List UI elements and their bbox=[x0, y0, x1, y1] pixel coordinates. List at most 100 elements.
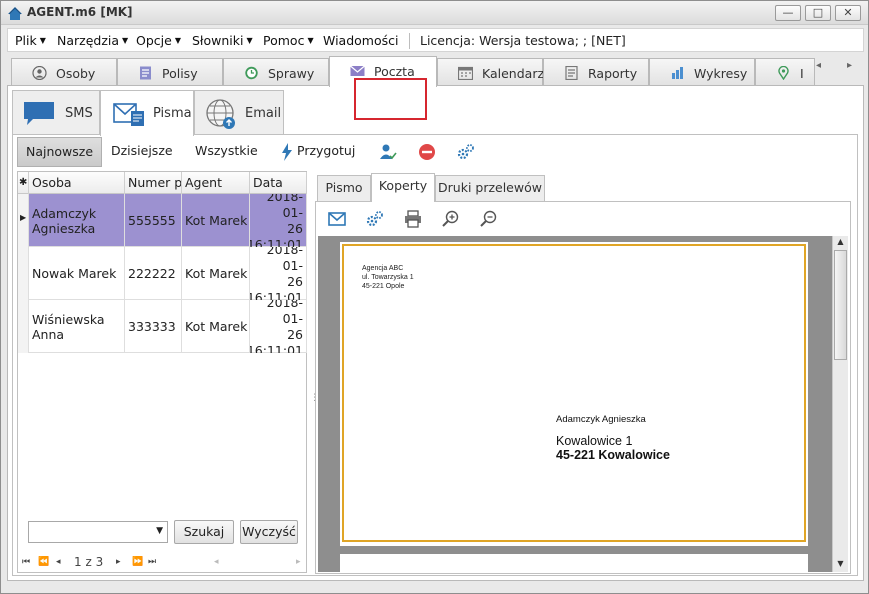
scroll-up-icon[interactable]: ▲ bbox=[834, 237, 847, 249]
envelope-page: Agencja ABC ul. Towarzyska 1 45-221 Opol… bbox=[340, 242, 808, 546]
grid-header: ✱ Osoba Numer pc Agent Data bbox=[18, 172, 307, 194]
cell-data-date: 2018-01- bbox=[266, 194, 303, 220]
subtab-label: Pisma bbox=[153, 106, 192, 121]
col-osoba[interactable]: Osoba bbox=[29, 172, 125, 194]
search-button[interactable]: Szukaj bbox=[174, 520, 234, 544]
maximize-button[interactable]: □ bbox=[805, 5, 831, 21]
tab-label: Polisy bbox=[162, 66, 198, 81]
prev-page-block-icon[interactable]: ⏪ bbox=[38, 557, 49, 567]
tab-druki-przelewow[interactable]: Druki przelewów bbox=[435, 175, 545, 201]
sms-icon bbox=[24, 102, 54, 125]
hscroll-right-icon[interactable]: ▸ bbox=[296, 557, 301, 567]
filter-wszystkie-button[interactable]: Wszystkie bbox=[187, 137, 266, 167]
title-bar: AGENT.m6 [MK] — □ ✕ bbox=[1, 1, 868, 25]
cell-data-time: 16:11:01 bbox=[250, 289, 303, 301]
cell-data-time: 16:11:01 bbox=[250, 342, 303, 354]
minimize-button[interactable]: — bbox=[775, 5, 801, 21]
recipient-city: 45-221 Kowalowice bbox=[556, 448, 670, 462]
tab-wykresy[interactable]: Wykresy bbox=[649, 58, 755, 86]
subtab-pisma[interactable]: Pisma bbox=[100, 90, 194, 136]
tab-mapa[interactable]: I bbox=[755, 58, 815, 86]
tab-osoby[interactable]: Osoby bbox=[11, 58, 117, 86]
cell-osoba: Wiśniewska Anna bbox=[29, 300, 125, 353]
zoom-in-icon[interactable] bbox=[442, 210, 460, 228]
tab-scroll-left-icon[interactable]: ◂ bbox=[816, 60, 821, 71]
cell-data: 2018-01- 26 16:11:01 bbox=[250, 194, 307, 247]
cell-data-date: 2018-01- bbox=[266, 300, 303, 326]
row-indicator bbox=[18, 300, 29, 353]
settings-gears-icon[interactable] bbox=[366, 210, 384, 228]
zoom-out-icon[interactable] bbox=[480, 210, 498, 228]
chevron-down-icon: ▼ bbox=[307, 36, 314, 45]
last-page-icon[interactable]: ⏭ bbox=[148, 557, 156, 567]
scroll-thumb[interactable] bbox=[834, 250, 847, 360]
tab-sprawy[interactable]: Sprawy bbox=[223, 58, 329, 86]
menu-pomoc[interactable]: Pomoc ▼ bbox=[263, 33, 314, 48]
clear-button[interactable]: Wyczyść bbox=[240, 520, 298, 544]
cell-numer: 333333 bbox=[125, 300, 182, 353]
chevron-down-icon: ▼ bbox=[174, 36, 181, 45]
col-agent[interactable]: Agent bbox=[182, 172, 250, 194]
next-page-icon[interactable]: ▸ bbox=[116, 557, 121, 567]
tab-koperty[interactable]: Koperty bbox=[371, 173, 435, 202]
tab-polisy[interactable]: Polisy bbox=[117, 58, 223, 86]
settings-gears-icon[interactable] bbox=[457, 143, 475, 161]
menu-plik[interactable]: Plik ▼ bbox=[15, 33, 46, 48]
table-row[interactable]: Nowak Marek 222222 Kot Marek 2018-01- 26… bbox=[18, 247, 307, 300]
document-viewer[interactable]: Agencja ABC ul. Towarzyska 1 45-221 Opol… bbox=[318, 236, 848, 572]
report-icon bbox=[565, 66, 578, 80]
menu-wiadomosci[interactable]: Wiadomości bbox=[323, 33, 398, 48]
cell-data: 2018-01- 26 16:11:01 bbox=[250, 247, 307, 300]
koperty-tab-highlight bbox=[354, 78, 427, 120]
cell-numer: 555555 bbox=[125, 194, 182, 247]
panel-splitter[interactable]: ⋮ bbox=[310, 394, 319, 415]
search-combo[interactable]: ▼ bbox=[28, 521, 168, 543]
next-page-block-icon[interactable]: ⏩ bbox=[132, 557, 143, 567]
tab-raporty[interactable]: Raporty bbox=[543, 58, 649, 86]
prev-page-icon[interactable]: ◂ bbox=[56, 557, 61, 567]
table-row[interactable]: ▶ Adamczyk Agnieszka 555555 Kot Marek 20… bbox=[18, 194, 307, 247]
subtab-label: Email bbox=[245, 106, 282, 121]
tab-pismo[interactable]: Pismo bbox=[317, 175, 371, 201]
table-row[interactable]: Wiśniewska Anna 333333 Kot Marek 2018-01… bbox=[18, 300, 307, 354]
sender-line: 45-221 Opole bbox=[362, 283, 405, 290]
scroll-down-icon[interactable]: ▼ bbox=[834, 559, 847, 571]
sender-line: ul. Towarzyska 1 bbox=[362, 274, 414, 281]
menu-opcje[interactable]: Opcje ▼ bbox=[136, 33, 181, 48]
tab-label: I bbox=[800, 66, 804, 81]
search-bar: ▼ Szukaj Wyczyść bbox=[18, 512, 306, 552]
app-window: AGENT.m6 [MK] — □ ✕ Plik ▼ Narzędzia ▼ Opc… bbox=[0, 0, 869, 594]
user-check-icon[interactable] bbox=[379, 143, 397, 161]
col-data[interactable]: Data bbox=[250, 172, 307, 194]
col-numer-polisy[interactable]: Numer pc bbox=[125, 172, 182, 194]
next-envelope-page bbox=[340, 554, 808, 572]
tab-kalendarz[interactable]: Kalendarz bbox=[437, 58, 544, 86]
cell-data-time: 16:11:01 bbox=[250, 236, 303, 248]
globe-email-icon bbox=[206, 99, 235, 129]
prepare-button[interactable]: Przygotuj bbox=[275, 137, 363, 167]
hscroll-left-icon[interactable]: ◂ bbox=[214, 557, 219, 567]
letters-panel: Najnowsze Dzisiejsze Wszystkie Przygotuj… bbox=[12, 134, 858, 576]
cell-osoba: Nowak Marek bbox=[29, 247, 125, 300]
lightning-icon bbox=[282, 143, 292, 161]
tab-scroll-right-icon[interactable]: ▸ bbox=[847, 60, 852, 71]
document-tab-bar: Pismo Koperty Druki przelewów bbox=[315, 173, 855, 202]
cell-osoba: Adamczyk Agnieszka bbox=[29, 194, 125, 247]
subtab-sms[interactable]: SMS bbox=[12, 90, 100, 134]
close-button[interactable]: ✕ bbox=[835, 5, 861, 21]
menu-slowniki[interactable]: Słowniki ▼ bbox=[192, 33, 253, 48]
print-icon[interactable] bbox=[404, 210, 422, 228]
subtab-email[interactable]: Email bbox=[194, 90, 284, 134]
filter-dzisiejsze-button[interactable]: Dzisiejsze bbox=[103, 137, 181, 167]
menu-narzedzia[interactable]: Narzędzia ▼ bbox=[57, 33, 128, 48]
first-page-icon[interactable]: ⏮ bbox=[22, 557, 30, 567]
filter-najnowsze-button[interactable]: Najnowsze bbox=[17, 137, 103, 167]
cell-agent: Kot Marek bbox=[182, 194, 250, 247]
mail-send-icon[interactable] bbox=[328, 210, 346, 228]
chevron-down-icon: ▼ bbox=[246, 36, 253, 45]
tab-label: Raporty bbox=[588, 66, 638, 81]
viewer-scrollbar[interactable]: ▲ ▼ bbox=[832, 236, 848, 572]
subtab-label: SMS bbox=[65, 106, 93, 121]
tab-label: Wykresy bbox=[694, 66, 748, 81]
remove-icon[interactable] bbox=[418, 143, 436, 161]
